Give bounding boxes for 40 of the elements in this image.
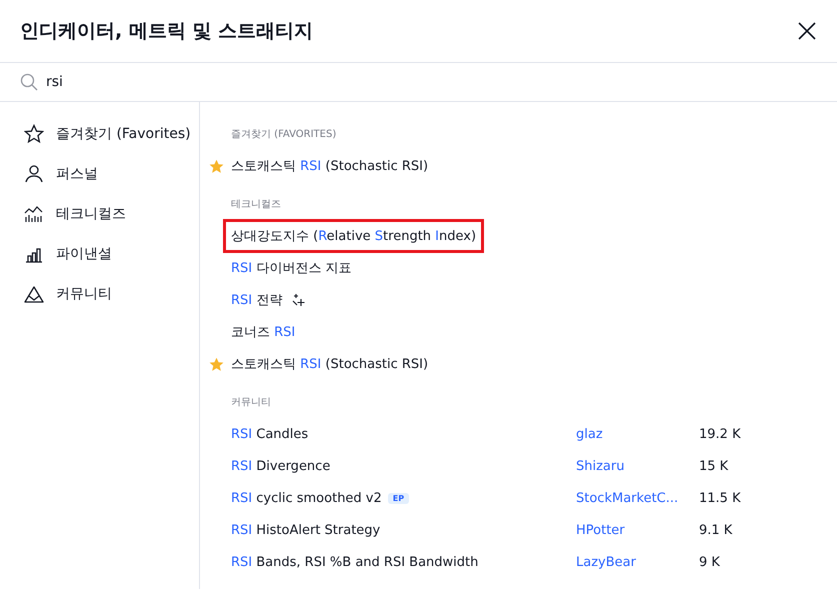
close-icon[interactable] xyxy=(797,21,817,41)
indicator-item[interactable]: RSI Divergence xyxy=(231,456,330,476)
author-link[interactable]: glaz xyxy=(576,426,603,442)
category-icon xyxy=(24,124,44,144)
author-link[interactable]: StockMarketC... xyxy=(576,490,678,506)
category-icon xyxy=(24,164,44,184)
indicator-item[interactable]: 상대강도지수 (Relative Strength Index) xyxy=(231,225,476,247)
indicator-item[interactable]: 스토캐스틱 RSI (Stochastic RSI) xyxy=(231,353,428,375)
sidebar-item[interactable]: 퍼스널 xyxy=(0,154,199,194)
indicator-item[interactable]: RSI HistoAlert Strategy xyxy=(231,520,380,540)
sidebar-item[interactable]: 커뮤니티 xyxy=(0,274,199,314)
indicator-item[interactable]: RSI Bands, RSI %B and RSI Bandwidth xyxy=(231,552,478,572)
sidebar-item[interactable]: 테크니컬즈 xyxy=(0,194,199,234)
author-link[interactable]: Shizaru xyxy=(576,458,624,474)
indicator-item[interactable]: RSI 전략 xyxy=(231,289,282,311)
star-icon[interactable] xyxy=(209,356,224,372)
badge: EP xyxy=(388,492,410,504)
usage-count: 19.2 K xyxy=(699,426,741,442)
indicator-item[interactable]: RSI cyclic smoothed v2 xyxy=(231,488,382,508)
star-icon[interactable] xyxy=(209,158,224,174)
usage-count: 11.5 K xyxy=(699,490,741,506)
sparkle-icon xyxy=(292,293,306,307)
indicator-item[interactable]: 스토캐스틱 RSI (Stochastic RSI) xyxy=(231,155,428,177)
dialog-title: 인디케이터, 메트릭 및 스트래티지 xyxy=(20,19,314,44)
category-icon xyxy=(24,284,44,304)
author-link[interactable]: HPotter xyxy=(576,522,625,538)
section-heading: 커뮤니티 xyxy=(230,396,272,410)
section-heading: 즐겨찾기 (FAVORITES) xyxy=(230,128,338,142)
usage-count: 9.1 K xyxy=(699,522,732,538)
author-link[interactable]: LazyBear xyxy=(576,554,636,570)
usage-count: 9 K xyxy=(699,554,720,570)
category-icon xyxy=(24,204,44,224)
usage-count: 15 K xyxy=(699,458,728,474)
sidebar-item[interactable]: 파이낸셜 xyxy=(0,234,199,274)
indicator-item[interactable]: RSI 다이버전스 지표 xyxy=(231,257,352,279)
indicator-item[interactable]: 코너즈 RSI xyxy=(231,321,296,343)
search-icon xyxy=(20,73,38,91)
indicator-item[interactable]: RSI Candles xyxy=(231,424,308,444)
sidebar-item[interactable]: 즐겨찾기 (Favorites) xyxy=(0,114,199,154)
section-heading: 테크니컬즈 xyxy=(230,198,282,212)
